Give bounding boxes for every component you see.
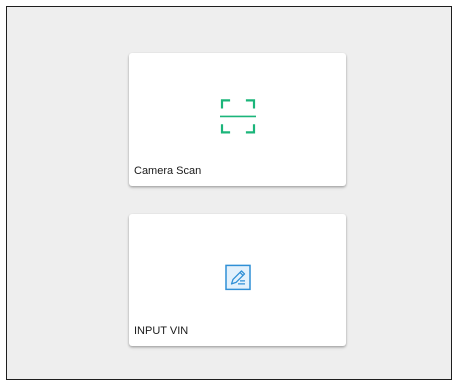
camera-scan-card[interactable]: Camera Scan — [129, 53, 346, 186]
scan-frame-icon — [219, 98, 256, 134]
input-vin-card[interactable]: INPUT VIN — [129, 214, 346, 346]
input-vin-label: INPUT VIN — [134, 325, 189, 337]
app-screen: Camera Scan INPUT VIN — [6, 6, 452, 380]
edit-document-icon — [224, 264, 251, 291]
camera-scan-label: Camera Scan — [134, 165, 202, 177]
